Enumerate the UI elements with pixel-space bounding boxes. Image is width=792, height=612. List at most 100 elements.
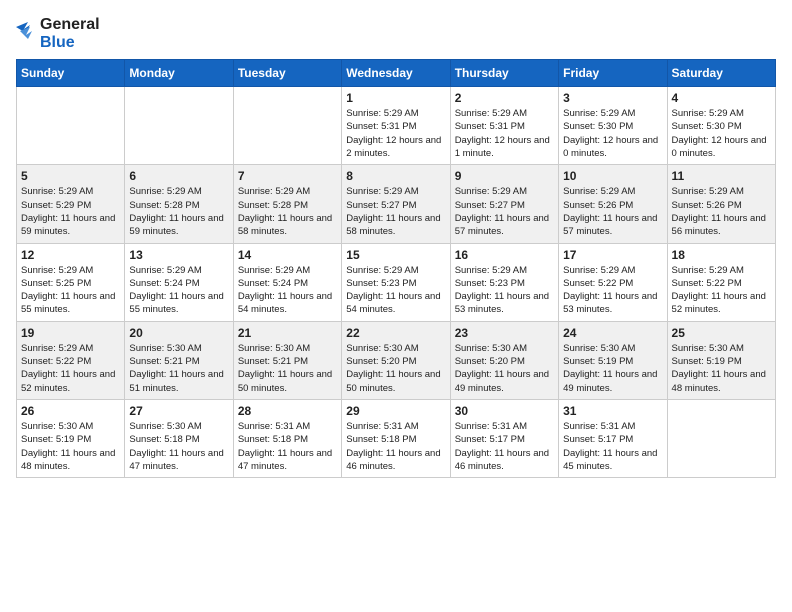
calendar-cell — [17, 87, 125, 165]
calendar-cell — [233, 87, 341, 165]
day-number: 23 — [455, 326, 554, 340]
calendar-cell: 22 Sunrise: 5:30 AMSunset: 5:20 PMDaylig… — [342, 321, 450, 399]
calendar-cell: 4 Sunrise: 5:29 AMSunset: 5:30 PMDayligh… — [667, 87, 775, 165]
day-info: Sunrise: 5:29 AMSunset: 5:24 PMDaylight:… — [238, 264, 337, 317]
logo-graphic — [16, 17, 36, 50]
day-info: Sunrise: 5:30 AMSunset: 5:21 PMDaylight:… — [129, 342, 228, 395]
day-number: 22 — [346, 326, 445, 340]
calendar-cell: 24 Sunrise: 5:30 AMSunset: 5:19 PMDaylig… — [559, 321, 667, 399]
calendar-cell: 26 Sunrise: 5:30 AMSunset: 5:19 PMDaylig… — [17, 399, 125, 477]
logo-blue: Blue — [40, 34, 100, 52]
calendar-cell: 3 Sunrise: 5:29 AMSunset: 5:30 PMDayligh… — [559, 87, 667, 165]
calendar-cell: 9 Sunrise: 5:29 AMSunset: 5:27 PMDayligh… — [450, 165, 558, 243]
calendar-cell: 13 Sunrise: 5:29 AMSunset: 5:24 PMDaylig… — [125, 243, 233, 321]
calendar-week-row: 1 Sunrise: 5:29 AMSunset: 5:31 PMDayligh… — [17, 87, 776, 165]
day-info: Sunrise: 5:30 AMSunset: 5:20 PMDaylight:… — [346, 342, 445, 395]
day-number: 18 — [672, 248, 771, 262]
day-number: 24 — [563, 326, 662, 340]
day-number: 5 — [21, 169, 120, 183]
calendar-cell: 7 Sunrise: 5:29 AMSunset: 5:28 PMDayligh… — [233, 165, 341, 243]
day-number: 6 — [129, 169, 228, 183]
day-info: Sunrise: 5:30 AMSunset: 5:19 PMDaylight:… — [672, 342, 771, 395]
calendar-week-row: 5 Sunrise: 5:29 AMSunset: 5:29 PMDayligh… — [17, 165, 776, 243]
calendar-cell: 16 Sunrise: 5:29 AMSunset: 5:23 PMDaylig… — [450, 243, 558, 321]
calendar-cell: 21 Sunrise: 5:30 AMSunset: 5:21 PMDaylig… — [233, 321, 341, 399]
weekday-header: Friday — [559, 60, 667, 87]
day-number: 31 — [563, 404, 662, 418]
calendar-header-row: SundayMondayTuesdayWednesdayThursdayFrid… — [17, 60, 776, 87]
day-info: Sunrise: 5:29 AMSunset: 5:27 PMDaylight:… — [346, 185, 445, 238]
calendar-cell: 15 Sunrise: 5:29 AMSunset: 5:23 PMDaylig… — [342, 243, 450, 321]
calendar-cell: 14 Sunrise: 5:29 AMSunset: 5:24 PMDaylig… — [233, 243, 341, 321]
day-info: Sunrise: 5:29 AMSunset: 5:22 PMDaylight:… — [563, 264, 662, 317]
day-info: Sunrise: 5:29 AMSunset: 5:24 PMDaylight:… — [129, 264, 228, 317]
day-number: 27 — [129, 404, 228, 418]
day-info: Sunrise: 5:29 AMSunset: 5:26 PMDaylight:… — [672, 185, 771, 238]
day-info: Sunrise: 5:30 AMSunset: 5:21 PMDaylight:… — [238, 342, 337, 395]
logo-bird-icon — [16, 17, 36, 45]
day-number: 20 — [129, 326, 228, 340]
calendar-table: SundayMondayTuesdayWednesdayThursdayFrid… — [16, 59, 776, 478]
day-number: 19 — [21, 326, 120, 340]
day-number: 2 — [455, 91, 554, 105]
day-info: Sunrise: 5:29 AMSunset: 5:30 PMDaylight:… — [563, 107, 662, 160]
calendar-cell: 12 Sunrise: 5:29 AMSunset: 5:25 PMDaylig… — [17, 243, 125, 321]
day-info: Sunrise: 5:29 AMSunset: 5:28 PMDaylight:… — [129, 185, 228, 238]
day-info: Sunrise: 5:30 AMSunset: 5:18 PMDaylight:… — [129, 420, 228, 473]
calendar-cell: 23 Sunrise: 5:30 AMSunset: 5:20 PMDaylig… — [450, 321, 558, 399]
calendar-cell: 30 Sunrise: 5:31 AMSunset: 5:17 PMDaylig… — [450, 399, 558, 477]
day-number: 30 — [455, 404, 554, 418]
day-info: Sunrise: 5:29 AMSunset: 5:28 PMDaylight:… — [238, 185, 337, 238]
calendar-cell: 11 Sunrise: 5:29 AMSunset: 5:26 PMDaylig… — [667, 165, 775, 243]
day-number: 12 — [21, 248, 120, 262]
day-number: 28 — [238, 404, 337, 418]
day-number: 14 — [238, 248, 337, 262]
day-number: 26 — [21, 404, 120, 418]
weekday-header: Thursday — [450, 60, 558, 87]
weekday-header: Saturday — [667, 60, 775, 87]
day-info: Sunrise: 5:29 AMSunset: 5:31 PMDaylight:… — [346, 107, 445, 160]
day-info: Sunrise: 5:29 AMSunset: 5:30 PMDaylight:… — [672, 107, 771, 160]
calendar-cell: 25 Sunrise: 5:30 AMSunset: 5:19 PMDaylig… — [667, 321, 775, 399]
calendar-cell: 27 Sunrise: 5:30 AMSunset: 5:18 PMDaylig… — [125, 399, 233, 477]
day-number: 15 — [346, 248, 445, 262]
calendar-cell: 10 Sunrise: 5:29 AMSunset: 5:26 PMDaylig… — [559, 165, 667, 243]
logo-container: General Blue — [16, 16, 100, 51]
day-info: Sunrise: 5:30 AMSunset: 5:19 PMDaylight:… — [21, 420, 120, 473]
calendar-cell — [667, 399, 775, 477]
day-number: 29 — [346, 404, 445, 418]
day-info: Sunrise: 5:29 AMSunset: 5:26 PMDaylight:… — [563, 185, 662, 238]
weekday-header: Sunday — [17, 60, 125, 87]
calendar-cell: 1 Sunrise: 5:29 AMSunset: 5:31 PMDayligh… — [342, 87, 450, 165]
calendar-cell: 6 Sunrise: 5:29 AMSunset: 5:28 PMDayligh… — [125, 165, 233, 243]
day-info: Sunrise: 5:31 AMSunset: 5:18 PMDaylight:… — [346, 420, 445, 473]
calendar-week-row: 19 Sunrise: 5:29 AMSunset: 5:22 PMDaylig… — [17, 321, 776, 399]
day-info: Sunrise: 5:29 AMSunset: 5:23 PMDaylight:… — [455, 264, 554, 317]
calendar-cell: 29 Sunrise: 5:31 AMSunset: 5:18 PMDaylig… — [342, 399, 450, 477]
calendar-week-row: 26 Sunrise: 5:30 AMSunset: 5:19 PMDaylig… — [17, 399, 776, 477]
day-info: Sunrise: 5:29 AMSunset: 5:22 PMDaylight:… — [672, 264, 771, 317]
day-number: 21 — [238, 326, 337, 340]
day-number: 9 — [455, 169, 554, 183]
calendar-cell: 19 Sunrise: 5:29 AMSunset: 5:22 PMDaylig… — [17, 321, 125, 399]
day-number: 11 — [672, 169, 771, 183]
calendar-cell: 5 Sunrise: 5:29 AMSunset: 5:29 PMDayligh… — [17, 165, 125, 243]
calendar-cell: 28 Sunrise: 5:31 AMSunset: 5:18 PMDaylig… — [233, 399, 341, 477]
day-number: 16 — [455, 248, 554, 262]
weekday-header: Wednesday — [342, 60, 450, 87]
logo-text: General Blue — [40, 16, 100, 51]
day-info: Sunrise: 5:29 AMSunset: 5:25 PMDaylight:… — [21, 264, 120, 317]
day-info: Sunrise: 5:31 AMSunset: 5:18 PMDaylight:… — [238, 420, 337, 473]
calendar-week-row: 12 Sunrise: 5:29 AMSunset: 5:25 PMDaylig… — [17, 243, 776, 321]
calendar-cell: 18 Sunrise: 5:29 AMSunset: 5:22 PMDaylig… — [667, 243, 775, 321]
calendar-cell: 17 Sunrise: 5:29 AMSunset: 5:22 PMDaylig… — [559, 243, 667, 321]
calendar-cell: 8 Sunrise: 5:29 AMSunset: 5:27 PMDayligh… — [342, 165, 450, 243]
day-number: 3 — [563, 91, 662, 105]
day-info: Sunrise: 5:31 AMSunset: 5:17 PMDaylight:… — [455, 420, 554, 473]
calendar-cell: 31 Sunrise: 5:31 AMSunset: 5:17 PMDaylig… — [559, 399, 667, 477]
day-info: Sunrise: 5:29 AMSunset: 5:27 PMDaylight:… — [455, 185, 554, 238]
day-number: 7 — [238, 169, 337, 183]
calendar-cell — [125, 87, 233, 165]
day-number: 17 — [563, 248, 662, 262]
day-number: 8 — [346, 169, 445, 183]
